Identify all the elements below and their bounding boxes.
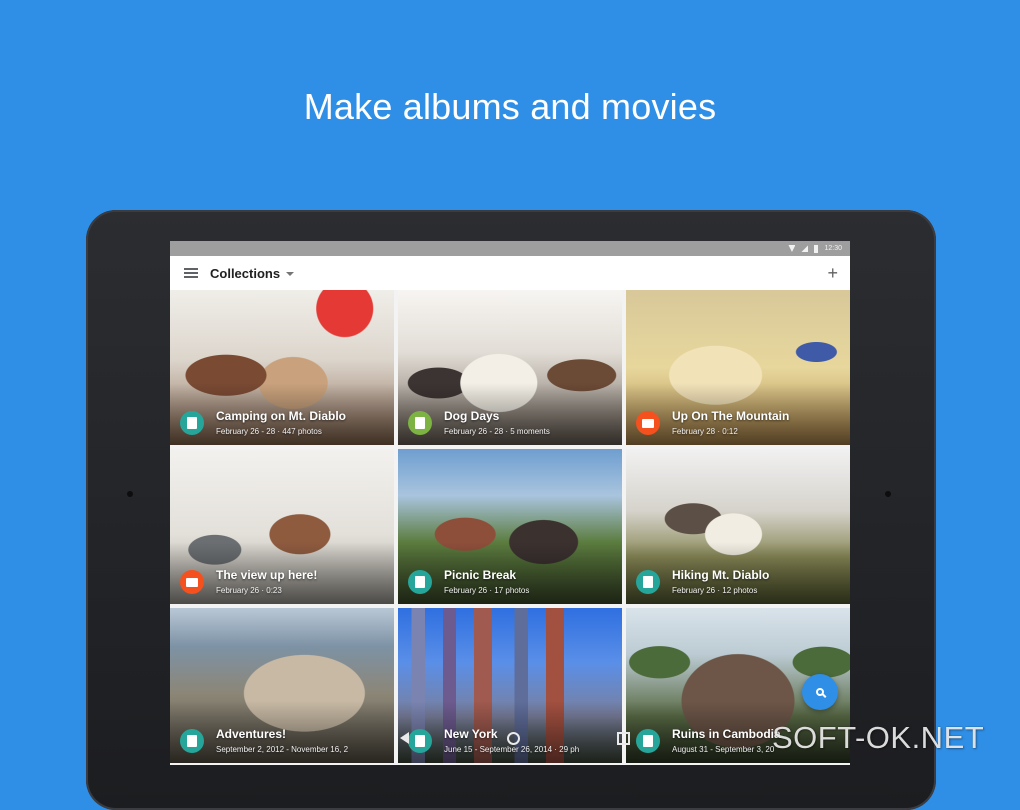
tablet-sensor-right [885,491,891,497]
recent-apps-icon[interactable] [617,731,630,745]
collection-title: Up On The Mountain [672,409,790,423]
collection-subtitle: February 26 - 28 · 447 photos [216,427,322,436]
collection-card[interactable]: Camping on Mt. Diablo February 26 - 28 ·… [170,290,394,445]
album-icon [636,729,660,753]
collection-card[interactable]: Dog Days February 26 - 28 · 5 moments [398,290,622,445]
collection-title: Camping on Mt. Diablo [216,409,346,423]
collection-subtitle: February 26 · 0:23 [216,586,282,595]
back-icon[interactable] [400,732,409,744]
collection-title: Hiking Mt. Diablo [672,568,770,582]
system-nav-bar [400,731,630,745]
collection-card[interactable]: Up On The Mountain February 28 · 0:12 [626,290,850,445]
collection-subtitle: February 26 · 12 photos [672,586,758,595]
collection-title: Dog Days [444,409,500,423]
album-icon [408,570,432,594]
movie-icon [180,570,204,594]
headline: Make albums and movies [303,86,717,127]
signal-icon [801,245,809,252]
collection-subtitle: September 2, 2012 - November 16, 2 [216,745,349,754]
page-title[interactable]: Collections [210,266,280,281]
wifi-icon [788,245,796,252]
tablet-sensor-left [127,491,133,497]
collection-card[interactable]: Adventures! September 2, 2012 - November… [170,608,394,763]
collection-card[interactable]: The view up here! February 26 · 0:23 [170,449,394,604]
album-icon [636,570,660,594]
collection-subtitle: June 15 - September 26, 2014 · 29 ph [444,745,580,754]
battery-icon [814,244,819,253]
status-time: 12:30 [824,245,842,252]
collection-card[interactable]: Hiking Mt. Diablo February 26 · 12 photo… [626,449,850,604]
collection-title: Adventures! [216,727,287,741]
story-icon [408,411,432,435]
collection-subtitle: February 26 - 28 · 5 moments [444,427,550,436]
home-icon[interactable] [506,731,520,745]
collection-title: The view up here! [216,568,318,582]
dropdown-arrow-icon[interactable] [286,271,295,276]
app-bar: Collections + [170,256,850,290]
add-icon[interactable]: + [827,264,838,282]
watermark: SOFT-OK.NET [772,720,985,755]
collection-subtitle: February 28 · 0:12 [672,427,738,436]
search-icon [816,688,824,696]
movie-icon [636,411,660,435]
menu-icon[interactable] [184,268,198,278]
collection-subtitle: February 26 · 17 photos [444,586,530,595]
collections-grid: Camping on Mt. Diablo February 26 - 28 ·… [170,290,850,765]
collection-subtitle: August 31 - September 3, 20 [672,745,775,754]
collection-title: Ruins in Cambodia [672,727,781,741]
album-icon [180,729,204,753]
collection-card[interactable]: Picnic Break February 26 · 17 photos [398,449,622,604]
status-bar: 12:30 [170,241,850,256]
album-icon [180,411,204,435]
tablet-screen: 12:30 Collections + Camping on Mt. Diabl… [170,241,850,765]
search-fab[interactable] [802,674,838,710]
collection-title: Picnic Break [444,568,517,582]
